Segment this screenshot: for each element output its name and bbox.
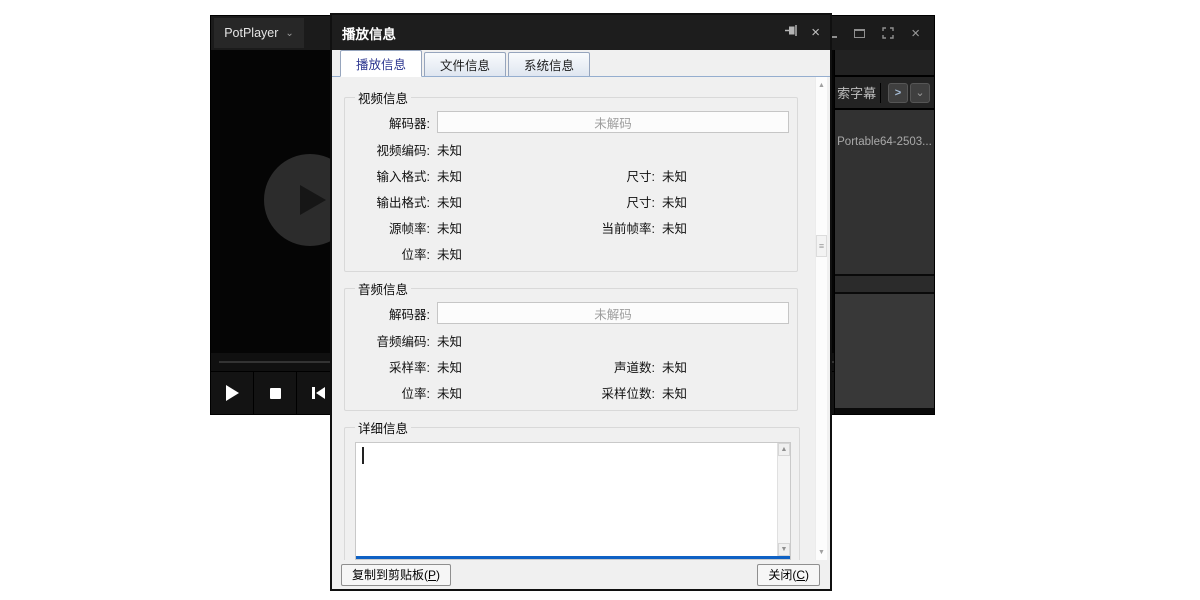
dialog-scroll-thumb[interactable]: ≡ — [816, 235, 827, 257]
field-value: 未知 — [437, 140, 557, 159]
field-value: 未知 — [662, 218, 789, 237]
field-label: 音频编码: — [353, 331, 437, 350]
playlist-header-label: 索字幕 — [837, 83, 880, 102]
field-value: 未知 — [437, 357, 557, 376]
playlist-panel: 索字幕 > ⌄ Portable64-2503... — [834, 50, 934, 414]
button-hotkey: P — [428, 568, 436, 582]
app-title: PotPlayer — [224, 26, 278, 40]
scroll-up-icon[interactable]: ▲ — [778, 443, 790, 456]
field-label: 位率: — [353, 244, 437, 263]
video-info-group: 视频信息 解码器: 未解码 视频编码:未知 输入格式:未知尺寸:未知 输出格式:… — [344, 88, 798, 272]
field-value: 未知 — [437, 383, 557, 402]
video-info-legend: 视频信息 — [355, 88, 411, 107]
play-icon — [226, 385, 239, 401]
previous-icon — [312, 387, 325, 399]
audio-info-legend: 音频信息 — [355, 279, 411, 298]
playlist-list: Portable64-2503... — [835, 110, 934, 274]
playlist-top-strip — [835, 50, 934, 77]
tab-playback-info[interactable]: 播放信息 — [340, 50, 422, 77]
field-label — [557, 331, 662, 350]
field-value: 未知 — [662, 166, 789, 185]
button-label: ) — [805, 568, 809, 582]
playlist-lower-panel — [835, 294, 934, 414]
playlist-section-divider — [835, 274, 934, 294]
field-label: 当前帧率: — [557, 218, 662, 237]
field-value — [662, 331, 789, 350]
field-label: 输入格式: — [353, 166, 437, 185]
field-label: 输出格式: — [353, 192, 437, 211]
button-label: ) — [436, 568, 440, 582]
playlist-next-button[interactable]: > — [888, 83, 908, 103]
field-label: 源帧率: — [353, 218, 437, 237]
dialog-button-bar: 复制到剪贴板(P) 关闭(C) — [332, 560, 830, 589]
chevron-down-icon: ⌄ — [285, 28, 293, 39]
field-label: 视频编码: — [353, 140, 437, 159]
stop-icon — [270, 388, 281, 399]
field-value — [662, 244, 789, 263]
dialog-tabs: 播放信息 文件信息 系统信息 — [332, 50, 830, 77]
field-label — [557, 140, 662, 159]
field-value: 未知 — [662, 192, 789, 211]
playlist-item[interactable]: Portable64-2503... — [835, 136, 934, 148]
field-label: 位率: — [353, 383, 437, 402]
restore-icon — [854, 29, 865, 38]
video-decoder-field[interactable]: 未解码 — [437, 111, 789, 133]
field-value: 未知 — [662, 357, 789, 376]
app-menu-button[interactable]: PotPlayer ⌄ — [214, 18, 304, 48]
dialog-scroll-down-icon[interactable]: ▼ — [816, 546, 827, 558]
audio-decoder-field[interactable]: 未解码 — [437, 302, 789, 324]
text-caret — [362, 447, 364, 464]
details-group: 详细信息 ▲ ▼ — [344, 418, 800, 560]
close-window-button[interactable]: × — [911, 26, 920, 41]
audio-decoder-label: 解码器: — [353, 304, 437, 323]
playback-info-dialog: 播放信息 × 播放信息 文件信息 系统信息 视频信息 解码器: 未解码 — [330, 13, 832, 591]
audio-info-grid: 音频编码:未知 采样率:未知声道数:未知 位率:未知采样位数:未知 — [353, 331, 789, 406]
field-value: 未知 — [437, 166, 557, 185]
video-decoder-label: 解码器: — [353, 113, 437, 132]
details-legend: 详细信息 — [355, 418, 411, 437]
field-label — [557, 244, 662, 263]
details-progress-bar — [356, 556, 790, 559]
restore-button[interactable] — [854, 29, 865, 38]
video-info-grid: 视频编码:未知 输入格式:未知尺寸:未知 输出格式:未知尺寸:未知 源帧率:未知… — [353, 140, 789, 267]
field-value: 未知 — [437, 218, 557, 237]
button-label: 关闭( — [768, 566, 796, 583]
dialog-scroll-up-icon[interactable]: ▲ — [816, 79, 827, 91]
pin-button[interactable] — [784, 24, 798, 42]
copy-to-clipboard-button[interactable]: 复制到剪贴板(P) — [341, 564, 451, 586]
field-value: 未知 — [437, 192, 557, 211]
dialog-titlebar: 播放信息 × — [332, 15, 830, 50]
field-value — [662, 140, 789, 159]
details-textarea[interactable]: ▲ ▼ — [355, 442, 791, 560]
play-button[interactable] — [211, 372, 254, 414]
playlist-dropdown-button[interactable]: ⌄ — [910, 83, 930, 103]
dialog-title: 播放信息 — [342, 23, 784, 43]
fullscreen-icon — [882, 27, 894, 39]
field-label: 采样位数: — [557, 383, 662, 402]
button-hotkey: C — [796, 568, 805, 582]
fullscreen-button[interactable] — [882, 27, 894, 39]
field-label: 尺寸: — [557, 166, 662, 185]
dialog-close-button[interactable]: × — [811, 25, 820, 40]
tab-system-info[interactable]: 系统信息 — [508, 52, 590, 76]
dialog-scrollbar[interactable]: ▲ ≡ ▼ — [815, 77, 827, 560]
details-scrollbar[interactable]: ▲ ▼ — [777, 443, 790, 556]
field-value: 未知 — [437, 331, 557, 350]
stop-button[interactable] — [254, 372, 297, 414]
field-label: 采样率: — [353, 357, 437, 376]
button-label: 复制到剪贴板( — [352, 566, 428, 583]
field-label: 声道数: — [557, 357, 662, 376]
field-label: 尺寸: — [557, 192, 662, 211]
tab-file-info[interactable]: 文件信息 — [424, 52, 506, 76]
audio-info-group: 音频信息 解码器: 未解码 音频编码:未知 采样率:未知声道数:未知 位率:未知… — [344, 279, 798, 411]
dialog-content: 视频信息 解码器: 未解码 视频编码:未知 输入格式:未知尺寸:未知 输出格式:… — [332, 77, 830, 560]
playlist-header: 索字幕 > ⌄ — [835, 77, 934, 110]
pin-icon — [784, 24, 798, 37]
field-value: 未知 — [662, 383, 789, 402]
close-button[interactable]: 关闭(C) — [757, 564, 820, 586]
scroll-down-icon[interactable]: ▼ — [778, 543, 790, 556]
field-value: 未知 — [437, 244, 557, 263]
